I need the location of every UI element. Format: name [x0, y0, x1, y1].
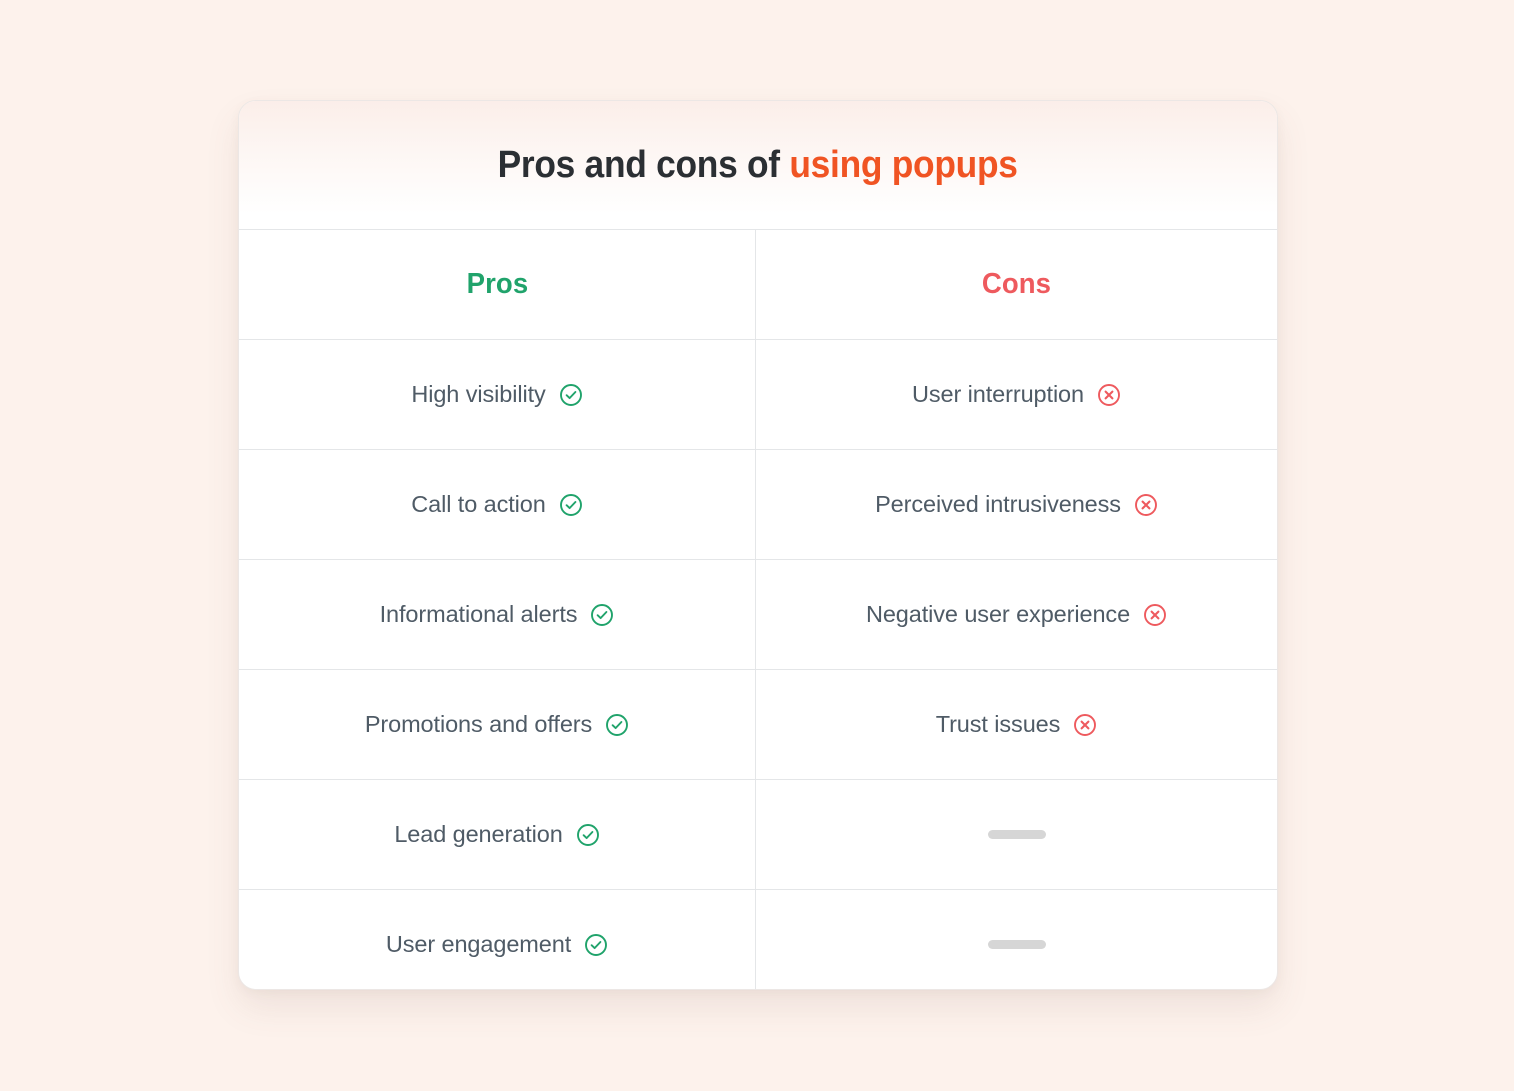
table-cell-con: User interruption [756, 340, 1277, 449]
table-row: Call to action Perceived intrusiveness [239, 450, 1277, 560]
table-row: Informational alerts Negative user experi… [239, 560, 1277, 670]
x-circle-icon [1073, 713, 1097, 737]
card-header: Pros and cons of using popups [239, 101, 1277, 230]
con-label: Perceived intrusiveness [875, 491, 1121, 517]
check-circle-icon [559, 383, 583, 407]
cell-content: Trust issues [936, 711, 1098, 738]
dash-placeholder [987, 940, 1046, 949]
check-circle-icon [559, 493, 583, 517]
table-row: High visibility User interruption [239, 340, 1277, 450]
table-cell-con: Trust issues [756, 670, 1277, 779]
pro-label: High visibility [411, 381, 546, 407]
table-cell-con [756, 780, 1277, 889]
column-header-pros: Pros [466, 268, 528, 300]
x-circle-icon [1097, 383, 1121, 407]
table-header-row: Pros Cons [239, 230, 1277, 340]
check-circle-icon [590, 603, 614, 627]
table-header-cell-pros: Pros [239, 230, 756, 339]
dash-placeholder [987, 830, 1046, 839]
table-row: Promotions and offers Trust issues [239, 670, 1277, 780]
table-cell-pro: User engagement [239, 890, 756, 989]
cell-content: Informational alerts [380, 601, 615, 628]
page-title: Pros and cons of using popups [498, 144, 1018, 187]
page-title-accent: using popups [789, 143, 1019, 186]
check-circle-icon [576, 823, 600, 847]
check-circle-icon [584, 933, 608, 957]
cell-content: High visibility [411, 381, 582, 408]
cell-content: Promotions and offers [365, 711, 629, 738]
pro-label: Informational alerts [379, 601, 578, 627]
table-row: User engagement [239, 890, 1277, 989]
page-root: Pros and cons of using popups Pros Cons … [0, 0, 1514, 1091]
page-title-plain: Pros and cons of [497, 143, 781, 186]
con-label: User interruption [911, 381, 1084, 407]
pro-label: Promotions and offers [364, 711, 593, 737]
cell-content: Perceived intrusiveness [875, 491, 1158, 518]
table-cell-pro: Promotions and offers [239, 670, 756, 779]
table-cell-con: Perceived intrusiveness [756, 450, 1277, 559]
column-header-cons: Cons [981, 268, 1052, 300]
table-body: High visibility User interruption Call to … [239, 340, 1277, 989]
table-header-cell-cons: Cons [756, 230, 1277, 339]
x-circle-icon [1143, 603, 1167, 627]
cell-content: User interruption [912, 381, 1121, 408]
cell-content: Lead generation [394, 821, 599, 848]
table-cell-pro: High visibility [239, 340, 756, 449]
check-circle-icon [605, 713, 629, 737]
con-label: Trust issues [935, 711, 1061, 737]
pro-label: User engagement [385, 931, 572, 957]
table-row: Lead generation [239, 780, 1277, 890]
cell-content: Call to action [411, 491, 582, 518]
table-cell-con: Negative user experience [756, 560, 1277, 669]
cell-content: User engagement [386, 931, 608, 958]
cell-content: Negative user experience [866, 601, 1167, 628]
pros-cons-card: Pros and cons of using popups Pros Cons … [238, 100, 1278, 990]
table-cell-pro: Informational alerts [239, 560, 756, 669]
table-cell-pro: Call to action [239, 450, 756, 559]
pro-label: Call to action [411, 491, 546, 517]
pro-label: Lead generation [394, 821, 563, 847]
table-cell-pro: Lead generation [239, 780, 756, 889]
x-circle-icon [1134, 493, 1158, 517]
table-cell-con [756, 890, 1277, 989]
con-label: Negative user experience [865, 601, 1131, 627]
pros-cons-table: Pros Cons High visibility User interrupti… [239, 230, 1277, 989]
